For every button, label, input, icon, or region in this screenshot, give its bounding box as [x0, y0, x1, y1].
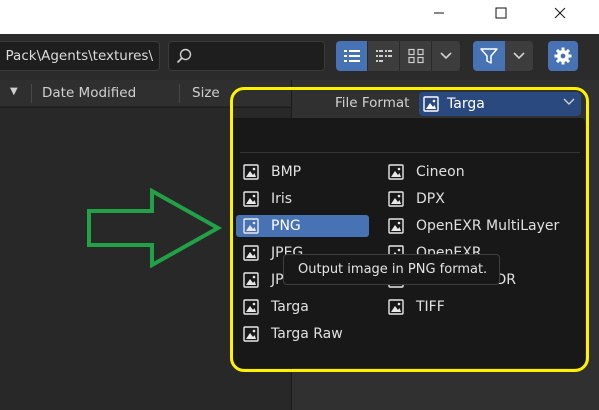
- directory-path-field[interactable]: el Pack\Agents\textures\: [0, 41, 160, 71]
- vertical-list-icon: [343, 50, 360, 62]
- vertical-list-button[interactable]: [336, 41, 368, 71]
- green-arrow-icon: [87, 188, 223, 268]
- window-titlebar: [0, 0, 599, 34]
- settings-button[interactable]: [548, 41, 578, 71]
- display-mode-dropdown[interactable]: [432, 41, 460, 71]
- filter-toggle-button[interactable]: [473, 41, 505, 71]
- close-icon: [554, 7, 566, 19]
- thumbnails-button[interactable]: [400, 41, 432, 71]
- display-mode-group: [336, 41, 460, 71]
- maximize-button[interactable]: [478, 0, 524, 26]
- size-column-header[interactable]: Size: [192, 85, 220, 101]
- yellow-highlight-frame: [230, 87, 589, 372]
- column-divider[interactable]: [31, 84, 32, 103]
- minimize-button[interactable]: [416, 0, 462, 26]
- maximize-icon: [495, 7, 507, 19]
- close-button[interactable]: [537, 0, 583, 26]
- horizontal-list-button[interactable]: [368, 41, 400, 71]
- filter-funnel-icon: [480, 48, 498, 64]
- sort-direction-icon[interactable]: ▼: [10, 86, 18, 97]
- filter-settings-dropdown[interactable]: [505, 41, 533, 71]
- minimize-icon: [434, 12, 444, 14]
- horizontal-list-icon: [375, 50, 392, 62]
- file-browser-toolbar: el Pack\Agents\textures\: [0, 34, 599, 80]
- chevron-down-icon: [440, 52, 452, 60]
- directory-path-text: el Pack\Agents\textures\: [0, 48, 153, 64]
- gear-icon: [554, 47, 572, 65]
- column-divider[interactable]: [179, 84, 180, 103]
- chevron-down-icon: [513, 52, 525, 60]
- date-modified-column-header[interactable]: Date Modified: [42, 85, 136, 101]
- search-icon: [176, 48, 192, 64]
- thumbnails-icon: [407, 48, 424, 64]
- search-field[interactable]: [168, 41, 325, 71]
